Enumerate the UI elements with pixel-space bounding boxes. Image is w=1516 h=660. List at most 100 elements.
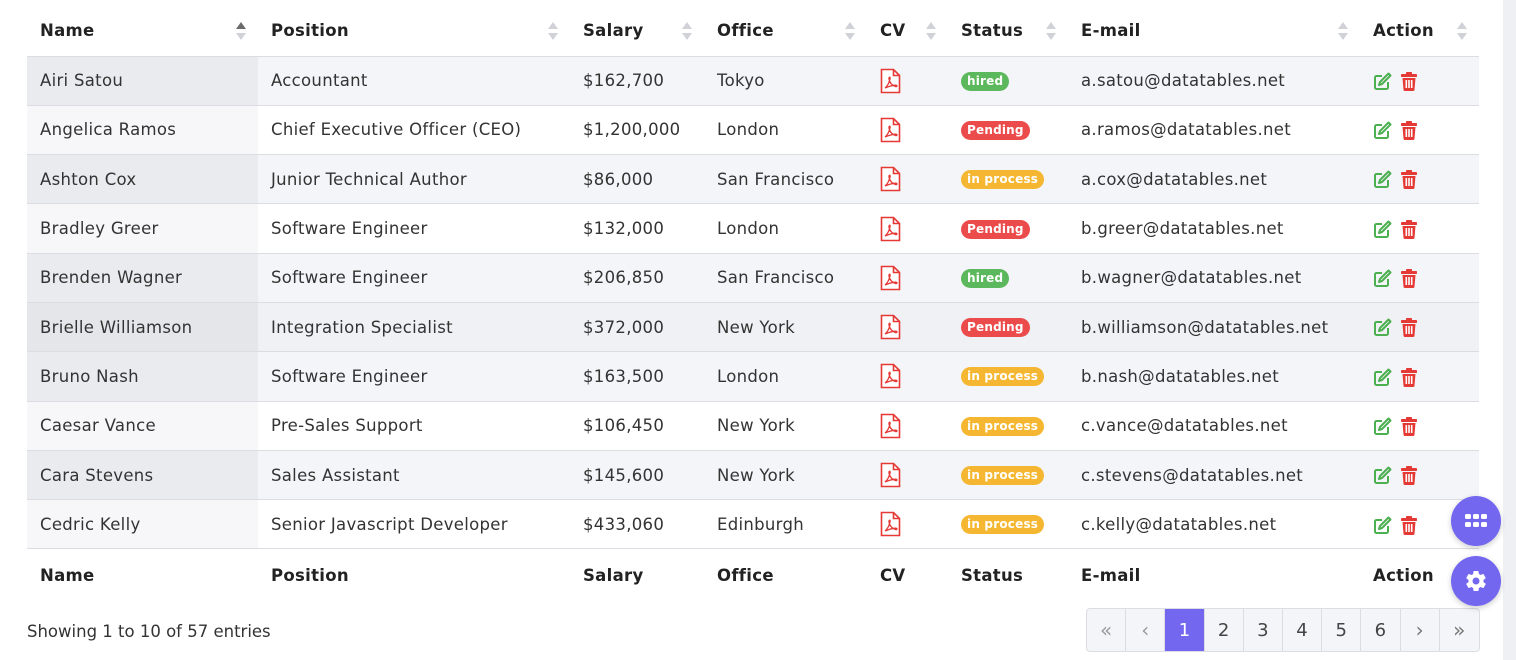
status-badge: in process — [961, 170, 1045, 190]
cell-cv[interactable] — [867, 154, 948, 205]
cell-cv[interactable] — [867, 56, 948, 106]
edit-icon[interactable] — [1373, 219, 1393, 239]
cell-salary: $106,450 — [570, 401, 704, 451]
status-badge: Pending — [961, 120, 1030, 140]
cell-email: a.ramos@datatables.net — [1068, 105, 1360, 156]
cell-cv[interactable] — [867, 253, 948, 303]
cell-action — [1360, 253, 1479, 303]
cell-name: Angelica Ramos — [27, 105, 258, 156]
cell-cv[interactable] — [867, 499, 948, 550]
cell-salary: $145,600 — [570, 450, 704, 501]
trash-icon[interactable] — [1399, 120, 1419, 141]
edit-icon[interactable] — [1373, 317, 1393, 337]
cell-position: Software Engineer — [258, 351, 570, 402]
edit-icon[interactable] — [1373, 367, 1393, 387]
column-header-position[interactable]: Position — [258, 6, 570, 57]
column-header-status[interactable]: Status — [948, 6, 1068, 57]
first-page-button[interactable]: « — [1087, 609, 1127, 651]
cell-cv[interactable] — [867, 105, 948, 156]
column-label: CV — [880, 21, 906, 41]
apps-fab-button[interactable] — [1451, 496, 1501, 546]
cell-action — [1360, 154, 1479, 205]
trash-icon[interactable] — [1399, 317, 1419, 338]
column-label: Office — [717, 21, 774, 41]
cell-name: Bradley Greer — [27, 203, 258, 254]
cell-action — [1360, 203, 1479, 254]
column-header-cv[interactable]: CV — [867, 6, 948, 57]
column-header-name[interactable]: Name — [27, 6, 258, 57]
cell-status: in process — [948, 401, 1068, 451]
last-page-button[interactable]: » — [1440, 609, 1479, 651]
edit-icon[interactable] — [1373, 515, 1393, 535]
cell-office: San Francisco — [704, 154, 867, 205]
cell-office: New York — [704, 450, 867, 501]
page-button-6[interactable]: 6 — [1361, 609, 1401, 651]
cell-office: London — [704, 105, 867, 156]
footer-label-email: E-mail — [1081, 565, 1141, 585]
table-row: Brielle Williamson Integration Specialist… — [27, 302, 1479, 353]
table-row: Caesar Vance Pre-Sales Support $106,450 New… — [27, 401, 1479, 451]
edit-icon[interactable] — [1373, 169, 1393, 189]
cell-position: Sales Assistant — [258, 450, 570, 501]
column-header-office[interactable]: Office — [704, 6, 867, 57]
edit-icon[interactable] — [1373, 120, 1393, 140]
edit-icon[interactable] — [1373, 71, 1393, 91]
column-header-action[interactable]: Action — [1360, 6, 1479, 57]
pdf-file-icon — [880, 512, 901, 537]
cell-office: London — [704, 351, 867, 402]
next-page-button[interactable]: › — [1401, 609, 1440, 651]
cell-cv[interactable] — [867, 351, 948, 402]
cell-action — [1360, 450, 1479, 501]
page-button-4[interactable]: 4 — [1283, 609, 1323, 651]
trash-icon[interactable] — [1399, 219, 1419, 239]
cell-name: Cara Stevens — [27, 450, 258, 501]
trash-icon[interactable] — [1399, 71, 1419, 91]
trash-icon[interactable] — [1399, 268, 1419, 289]
cell-cv[interactable] — [867, 203, 948, 254]
trash-icon[interactable] — [1399, 515, 1419, 535]
footer-row: Name Position Salary Office CV Status E-… — [27, 549, 1479, 601]
edit-icon[interactable] — [1373, 268, 1393, 288]
cell-salary: $206,850 — [570, 253, 704, 303]
table-info: Showing 1 to 10 of 57 entries — [27, 622, 271, 641]
edit-icon[interactable] — [1373, 416, 1393, 436]
cell-position: Accountant — [258, 56, 570, 106]
column-header-salary[interactable]: Salary — [570, 6, 704, 57]
edit-icon[interactable] — [1373, 465, 1393, 485]
page-button-3[interactable]: 3 — [1244, 609, 1283, 651]
page-button-2[interactable]: 2 — [1205, 609, 1244, 651]
status-badge: in process — [961, 416, 1045, 436]
cell-position: Chief Executive Officer (CEO) — [258, 105, 570, 156]
trash-icon[interactable] — [1399, 367, 1419, 387]
settings-fab-button[interactable] — [1451, 556, 1501, 606]
page-button-5[interactable]: 5 — [1322, 609, 1362, 651]
table-row: Cedric Kelly Senior Javascript Developer $… — [27, 499, 1479, 550]
cell-action — [1360, 105, 1479, 156]
cell-position: Software Engineer — [258, 253, 570, 303]
table-row: Brenden Wagner Software Engineer $206,850 S… — [27, 253, 1479, 303]
gear-icon — [1466, 571, 1486, 592]
trash-icon[interactable] — [1399, 169, 1419, 190]
cell-cv[interactable] — [867, 450, 948, 501]
trash-icon[interactable] — [1399, 416, 1419, 436]
footer-label-office: Office — [717, 565, 774, 585]
cell-cv[interactable] — [867, 302, 948, 353]
pagination: « ‹ 1 2 3 4 5 6 › » — [1086, 608, 1480, 652]
column-header-email[interactable]: E-mail — [1068, 6, 1360, 57]
cell-cv[interactable] — [867, 401, 948, 451]
pdf-file-icon — [880, 68, 901, 93]
cell-office: San Francisco — [704, 253, 867, 303]
pdf-file-icon — [880, 117, 901, 143]
page-button-1[interactable]: 1 — [1165, 609, 1205, 651]
column-label: Name — [40, 21, 95, 41]
status-badge: in process — [961, 466, 1045, 486]
cell-status: Pending — [948, 105, 1068, 156]
previous-page-button[interactable]: ‹ — [1126, 609, 1166, 651]
status-badge: Pending — [961, 219, 1030, 239]
cell-name: Caesar Vance — [27, 401, 258, 451]
trash-icon[interactable] — [1399, 465, 1419, 486]
sort-icon — [926, 21, 936, 41]
employees-table: Name Position Salary Office CV Status E-… — [27, 6, 1479, 601]
table-body: Airi Satou Accountant $162,700 Tokyo hired a.… — [27, 56, 1479, 550]
cell-name: Ashton Cox — [27, 154, 258, 205]
